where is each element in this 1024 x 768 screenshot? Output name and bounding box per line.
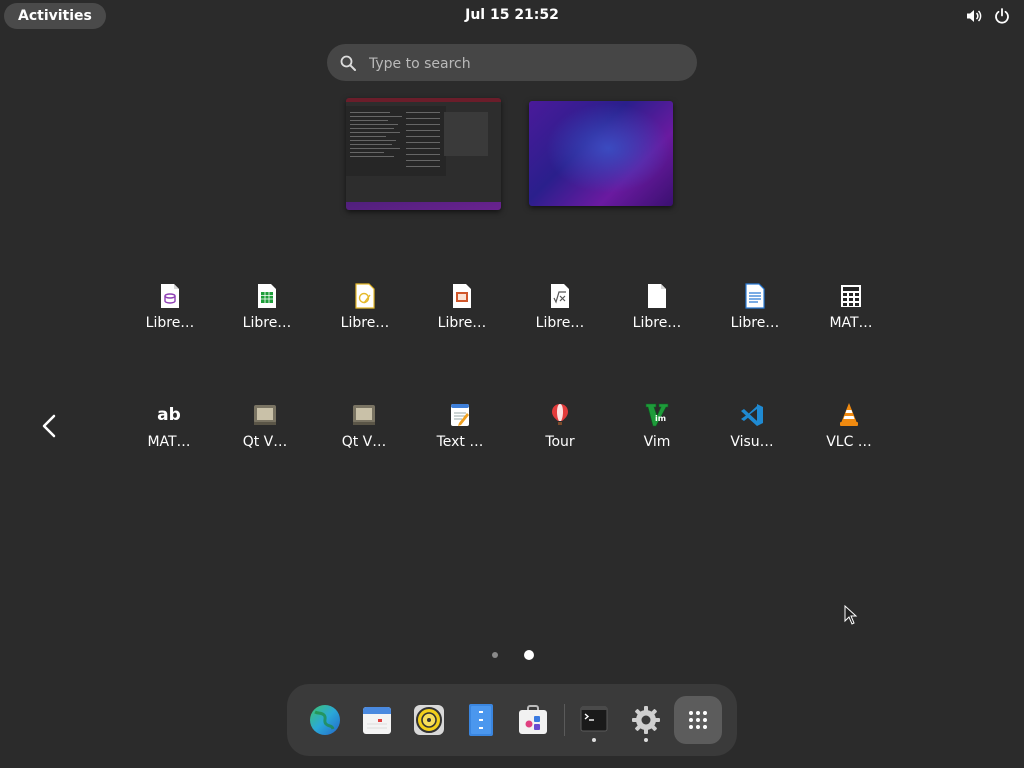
app-label: VLC … [826,434,872,450]
app-label: Libre… [535,315,585,331]
app-label: Libre… [340,315,390,331]
app-label: MAT… [147,434,191,450]
page-dot-2[interactable] [524,650,534,660]
mate-charmap-icon: ab [157,405,181,425]
text-editor-icon [447,402,473,428]
volume-icon[interactable] [966,8,982,24]
app-label: Libre… [145,315,195,331]
app-label: MAT… [829,315,873,331]
rhythmbox-icon[interactable] [411,702,447,738]
app-libreoffice-calc[interactable]: Libre… [221,283,313,331]
running-indicator [592,738,596,742]
libreoffice-writer-icon [742,283,768,309]
libreoffice-base-icon [157,283,183,309]
app-mate-calculator[interactable]: MAT… [805,283,897,331]
show-apps-button[interactable] [674,696,722,744]
software-store-icon[interactable] [515,702,551,738]
window-thumbnail[interactable] [346,98,501,202]
app-libreoffice-impress[interactable]: Libre… [416,283,508,331]
workspace-1-thumbnail[interactable] [346,98,501,210]
app-vim[interactable]: im Vim [611,402,703,450]
web-browser-icon[interactable] [307,702,343,738]
app-qt-v-2[interactable]: Qt V… [318,402,410,450]
page-dot-1[interactable] [492,652,498,658]
qt-v-icon [351,402,377,428]
libreoffice-math-icon [547,283,573,309]
app-label: Visu… [730,434,774,450]
power-icon[interactable] [994,8,1010,24]
dash [287,684,737,756]
app-vscode[interactable]: Visu… [706,402,798,450]
app-label: Qt V… [242,434,288,450]
app-label: Vim [643,434,671,450]
file-manager-icon[interactable] [463,702,499,738]
app-libreoffice-draw[interactable]: Libre… [319,283,411,331]
terminal-icon[interactable] [576,702,612,738]
search-bar[interactable] [327,44,697,83]
app-label: Libre… [730,315,780,331]
system-tray[interactable] [966,8,1010,24]
app-label: Libre… [437,315,487,331]
dash-separator [564,704,565,736]
running-indicator [644,738,648,742]
app-mate-charmap[interactable]: ab MAT… [123,402,215,450]
vlc-icon [836,402,862,428]
app-vlc[interactable]: VLC … [803,402,895,450]
vscode-icon [739,402,765,428]
calendar-icon[interactable] [359,702,395,738]
show-apps-icon [689,711,707,729]
mouse-cursor-icon [844,605,858,625]
top-bar: Activities Jul 15 21:52 [0,0,1024,32]
terminal-preview [346,106,446,176]
app-label: Libre… [242,315,292,331]
libreoffice-impress-icon [449,283,475,309]
tour-balloon-icon [547,402,573,428]
libreoffice-icon [644,283,670,309]
svg-text:im: im [655,414,666,423]
qt-v-icon [252,402,278,428]
search-input[interactable] [367,44,691,83]
app-libreoffice-math[interactable]: Libre… [514,283,606,331]
previous-page-arrow-icon[interactable] [36,412,64,440]
libreoffice-draw-icon [352,283,378,309]
app-label: Libre… [632,315,682,331]
search-icon [340,55,356,71]
settings-panel-preview [444,112,488,156]
libreoffice-calc-icon [254,283,280,309]
app-tour[interactable]: Tour [514,402,606,450]
app-label: Text … [436,434,484,450]
app-text-editor[interactable]: Text … [414,402,506,450]
settings-gear-icon[interactable] [628,702,664,738]
mate-calculator-icon [838,283,864,309]
app-libreoffice-base[interactable]: Libre… [124,283,216,331]
app-qt-v-1[interactable]: Qt V… [219,402,311,450]
workspace-2-thumbnail[interactable] [529,101,673,206]
clock[interactable]: Jul 15 21:52 [0,7,1024,23]
app-label: Tour [545,434,575,450]
vim-icon: im [644,402,670,428]
app-libreoffice-writer[interactable]: Libre… [709,283,801,331]
app-label: Qt V… [341,434,387,450]
app-libreoffice[interactable]: Libre… [611,283,703,331]
